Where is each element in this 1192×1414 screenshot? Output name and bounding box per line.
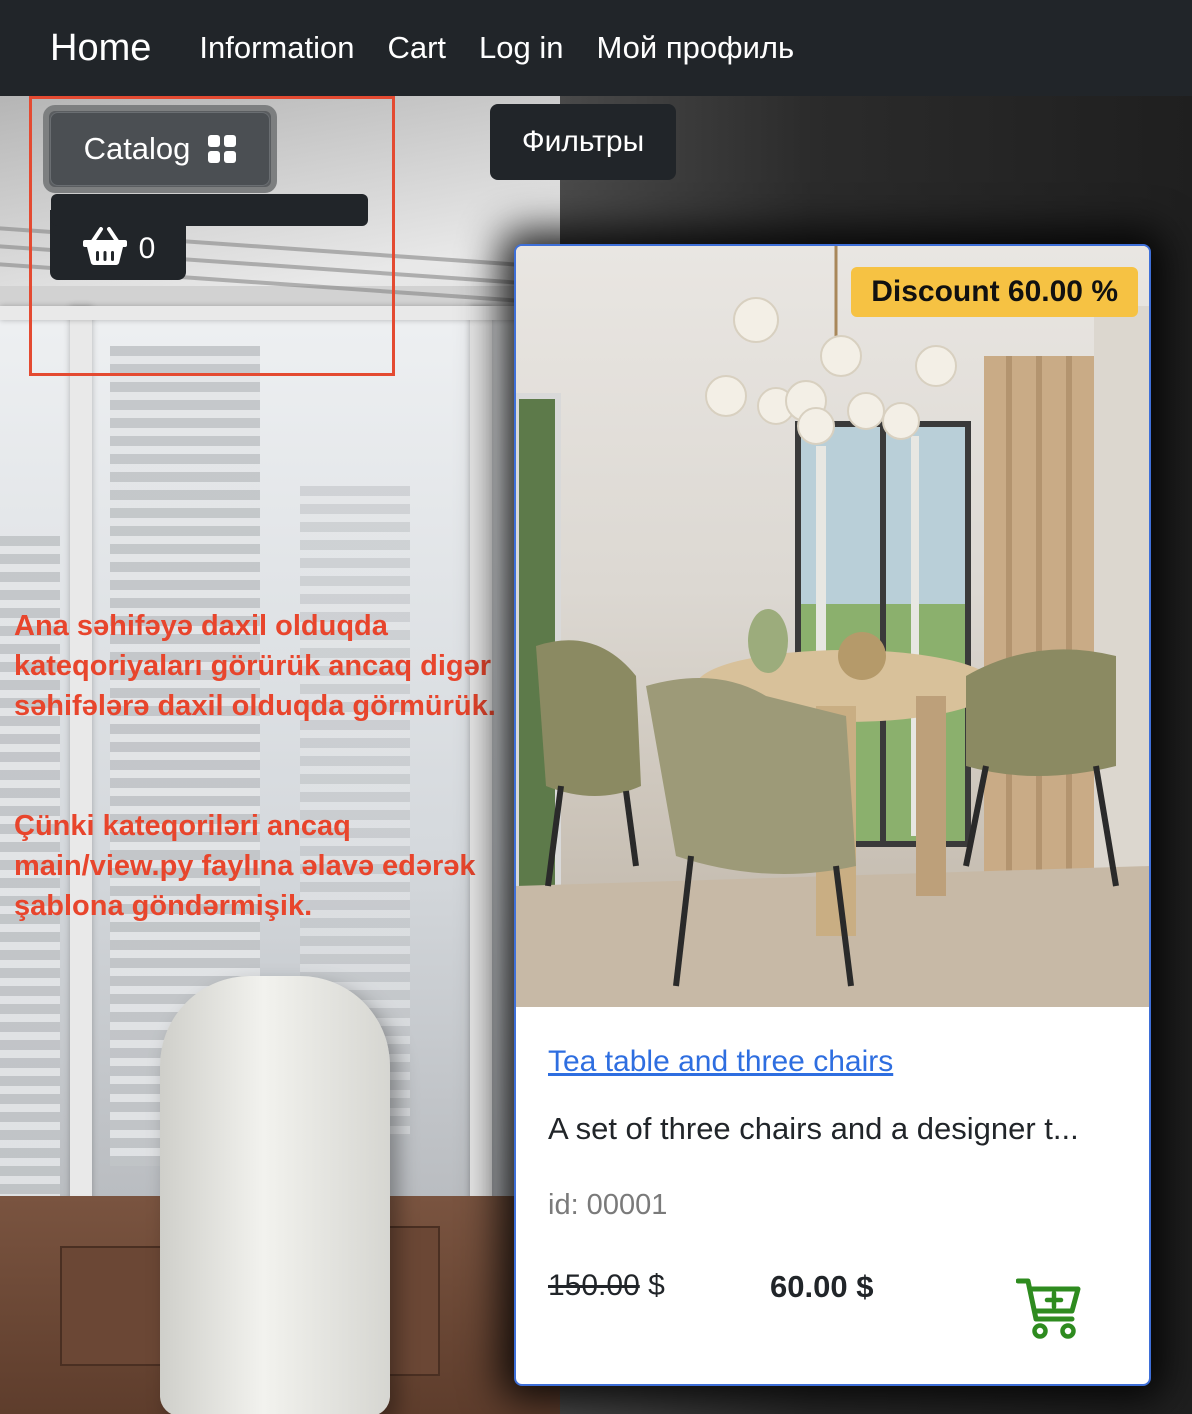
filters-button[interactable]: Фильтры	[490, 104, 676, 180]
nav-link-profile[interactable]: Мой профиль	[597, 30, 795, 66]
window-frame	[470, 306, 492, 1206]
product-image[interactable]: Discount 60.00 %	[516, 246, 1149, 1007]
nav-link-login[interactable]: Log in	[479, 30, 563, 66]
product-card: Discount 60.00 % Tea table and three cha…	[514, 244, 1151, 1386]
add-to-cart-icon[interactable]	[1015, 1275, 1082, 1341]
product-description: A set of three chairs and a designer t..…	[548, 1111, 1079, 1146]
catalog-button[interactable]: Catalog	[43, 105, 277, 193]
nav-home-link[interactable]: Home	[50, 27, 151, 70]
nav-link-cart[interactable]: Cart	[387, 30, 446, 66]
navbar: Home Information Cart Log in Мой профиль	[0, 0, 1192, 96]
old-price-currency: $	[639, 1269, 665, 1302]
annotation-note-2: Çünki kateqoriləri ancaq main/view.py fa…	[14, 810, 476, 922]
desk-drawer	[60, 1246, 170, 1366]
nav-link-information[interactable]: Information	[199, 30, 354, 66]
old-price: 150.00 $	[548, 1269, 665, 1303]
dropdown-bar	[51, 194, 368, 226]
catalog-label: Catalog	[83, 131, 191, 166]
basket-icon	[81, 226, 129, 272]
annotation-note-1: Ana səhifəyə daxil olduqda kateqoriyalar…	[14, 610, 496, 722]
office-chair	[160, 976, 390, 1414]
current-price: 60.00 $	[770, 1269, 874, 1304]
product-id: id: 00001	[548, 1189, 668, 1221]
basket-count: 0	[138, 232, 156, 265]
catalog-button-inner: Catalog	[50, 112, 270, 186]
old-price-value: 150.00	[548, 1269, 640, 1302]
window-frame	[70, 306, 92, 1206]
discount-badge: Discount 60.00 %	[851, 267, 1138, 317]
product-title-link[interactable]: Tea table and three chairs	[548, 1045, 893, 1079]
grid-icon	[208, 135, 237, 163]
